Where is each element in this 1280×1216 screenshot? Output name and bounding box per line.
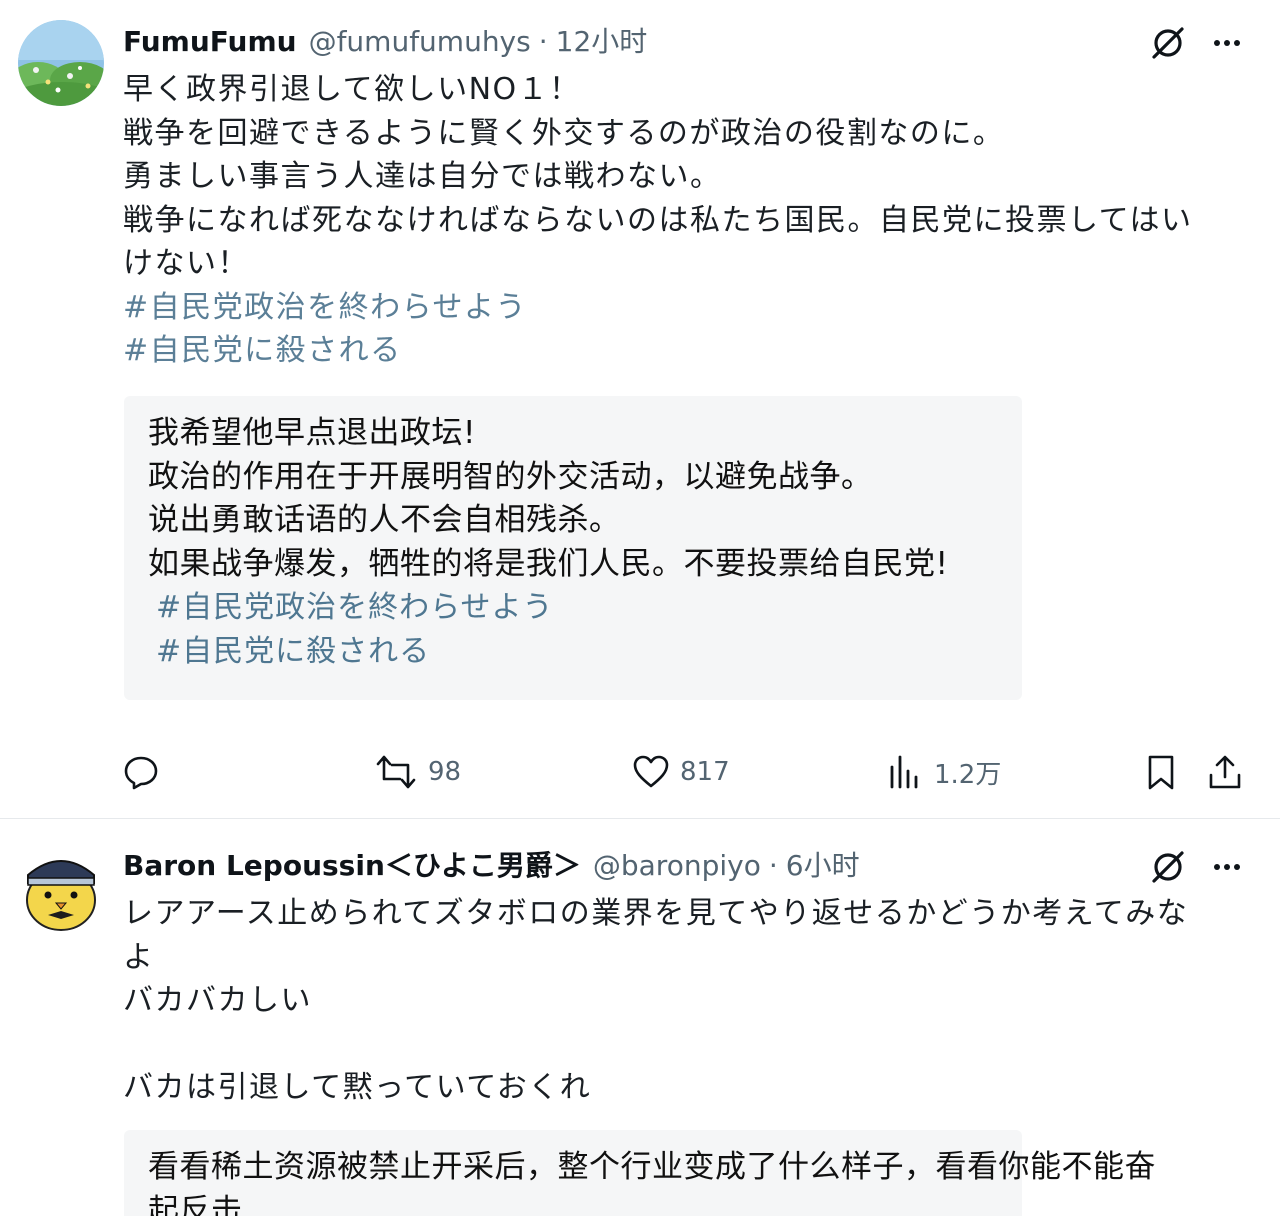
reply-icon [124, 756, 158, 790]
post-text-line: けない！ [123, 246, 249, 281]
post-header: FumuFumu @fumufumuhys · 12小时 [123, 22, 647, 62]
post-text-line: バカバカしい [123, 983, 312, 1018]
retweet-count: 98 [428, 757, 462, 787]
user-handle[interactable]: @fumufumuhys [309, 22, 531, 62]
reply-button[interactable] [122, 750, 160, 794]
post-text-line: 早く政界引退して欲しいNO１！ [123, 72, 581, 107]
retweet-button[interactable]: 98 [374, 750, 461, 794]
hashtag-link[interactable]: #自民党に殺される [123, 329, 1243, 373]
bookmark-icon [1148, 755, 1174, 790]
translation-line: 政治的作用在于开展明智的外交活动，以避免战争。 [148, 458, 873, 495]
display-name[interactable]: Baron Lepoussin＜ひよこ男爵＞ [123, 846, 581, 886]
post-text-line [123, 1023, 1243, 1067]
share-button[interactable] [1206, 750, 1244, 794]
avatar[interactable] [18, 845, 104, 931]
like-count: 817 [680, 757, 730, 787]
separator-dot: · [538, 25, 548, 58]
post-text: 早く政界引退して欲しいNO１！ 戦争を回避できるように賢く外交するのが政治の役割… [123, 68, 1243, 373]
avatar[interactable] [18, 20, 104, 106]
view-count: 1.2万 [934, 759, 1002, 790]
post-header: Baron Lepoussin＜ひよこ男爵＞ @baronpiyo · 6小时 [123, 846, 860, 886]
translation-block: 看看稀土资源被禁止开采后，整个行业变成了什么样子，看看你能不能奋 起反击 [124, 1130, 1156, 1216]
translation-line: 我希望他早点退出政坛! [148, 415, 476, 451]
post-text-line: バカは引退して黙っていておくれ [123, 1070, 592, 1105]
like-button[interactable]: 817 [632, 750, 730, 794]
grok-icon[interactable] [1148, 847, 1188, 887]
avatar-image [18, 20, 104, 106]
retweet-icon [376, 755, 416, 789]
translation-line: 说出勇敢话语的人不会自相残杀。 [148, 502, 621, 538]
translation-line: 起反击 [148, 1192, 243, 1216]
avatar-image [18, 845, 104, 931]
post-time[interactable]: 6小时 [786, 846, 860, 886]
bookmark-button[interactable] [1142, 750, 1180, 794]
user-handle[interactable]: @baronpiyo [593, 846, 761, 886]
heart-icon [633, 755, 669, 788]
hashtag-link[interactable]: #自民党政治を終わらせよう [123, 286, 1243, 330]
translation-line: 如果战争爆发，牺牲的将是我们人民。不要投票给自民党! [148, 545, 949, 582]
views-button[interactable]: 1.2万 [886, 750, 1001, 794]
separator-dot: · [768, 849, 778, 882]
post-text: レアアース止められてズタボロの業界を見てやり返せるかどうか考えてみな よ バカバ… [123, 892, 1243, 1110]
action-bar: 98 817 1.2万 [0, 750, 1280, 794]
grok-icon[interactable] [1148, 23, 1188, 63]
post-text-line: 戦争になれば死ななければならないのは私たち国民。自民党に投票してはい [123, 202, 1193, 238]
more-options-icon[interactable] [1207, 847, 1247, 887]
translation-hashtag: #自民党政治を終わらせよう [156, 590, 554, 625]
more-options-icon[interactable] [1207, 23, 1247, 63]
translation-hashtag: #自民党に殺される [156, 634, 431, 669]
post-text-line: 勇ましい事言う人達は自分では戦わない。 [123, 159, 722, 194]
post-text-line: 戦争を回避できるように賢く外交するのが政治の役割なのに。 [123, 115, 1005, 151]
translation-block: 我希望他早点退出政坛! 政治的作用在于开展明智的外交活动，以避免战争。 说出勇敢… [124, 396, 1022, 700]
post: FumuFumu @fumufumuhys · 12小时 早く政界引退して欲しい… [0, 0, 1280, 819]
post-text-line: よ [123, 939, 155, 975]
post-text-line: レアアース止められてズタボロの業界を見てやり返せるかどうか考えてみな [123, 896, 1189, 931]
display-name[interactable]: FumuFumu [123, 22, 297, 62]
share-icon [1209, 755, 1241, 789]
translation-line: 看看稀土资源被禁止开采后，整个行业变成了什么样子，看看你能不能奋 [148, 1149, 1156, 1185]
post-time[interactable]: 12小时 [556, 22, 648, 62]
views-icon [890, 755, 918, 789]
post: Baron Lepoussin＜ひよこ男爵＞ @baronpiyo · 6小时 … [0, 819, 1280, 1216]
